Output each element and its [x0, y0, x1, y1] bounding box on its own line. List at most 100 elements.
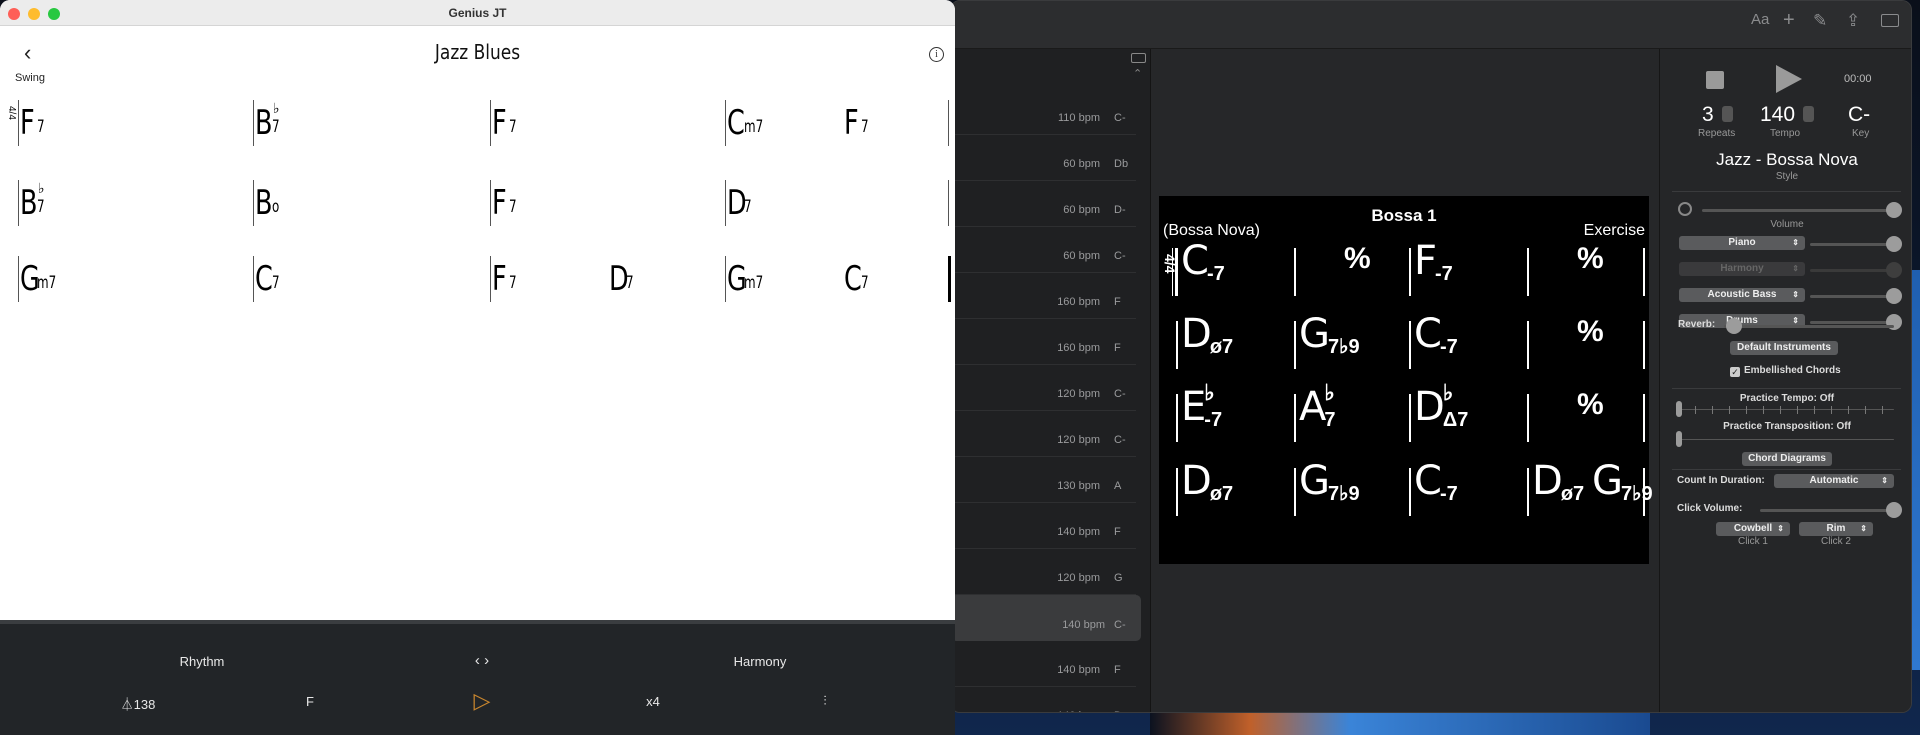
list-item[interactable]: 160 bpm F	[951, 273, 1136, 319]
click2-popup[interactable]: Rim ⇕	[1799, 522, 1873, 536]
chord-quality: ø7	[1210, 484, 1233, 504]
bar-line	[1294, 468, 1296, 516]
key-button[interactable]: F	[306, 694, 314, 709]
chord-accidental: ♭	[38, 181, 45, 197]
sidebar-icon[interactable]	[1881, 14, 1899, 27]
bar-line	[490, 100, 491, 146]
list-item[interactable]: 60 bpm C-	[951, 227, 1136, 273]
reverb-label: Reverb:	[1678, 319, 1716, 330]
tempo-button[interactable]: ⏃138	[121, 694, 156, 713]
repeats-stepper[interactable]	[1722, 106, 1733, 122]
chord-symbol: Dø7	[1181, 311, 1233, 357]
practice-transposition-slider[interactable]	[1678, 439, 1894, 440]
bar-line	[1176, 394, 1178, 442]
list-item[interactable]: 110 bpm C-	[951, 89, 1136, 135]
reverb-slider[interactable]	[1724, 325, 1894, 328]
columns-icon[interactable]	[1131, 53, 1146, 63]
chart-composer: Exercise	[1583, 222, 1645, 239]
list-item[interactable]: 130 bpm A	[951, 457, 1136, 503]
harmony-button[interactable]: Harmony	[734, 654, 787, 669]
chord-quality: -7	[1207, 264, 1225, 284]
style-label: Swing	[15, 72, 45, 84]
instrument-volume-slider[interactable]	[1810, 321, 1894, 324]
instrument-popup[interactable]: Piano ⇕	[1679, 236, 1805, 250]
bar-line	[1294, 321, 1296, 369]
share-icon[interactable]: ⇪	[1846, 11, 1860, 31]
play-button[interactable]	[1776, 65, 1802, 93]
row-tempo: 60 bpm	[1063, 158, 1100, 170]
volume-slider-knob[interactable]	[1886, 202, 1902, 218]
click-volume-slider-knob[interactable]	[1886, 502, 1902, 518]
instrument-volume-slider[interactable]	[1810, 295, 1894, 298]
reverb-slider-knob[interactable]	[1726, 318, 1743, 334]
back-icon[interactable]: ‹	[24, 40, 31, 66]
chord-symbol: F7	[492, 103, 517, 143]
row-key: F	[1114, 342, 1121, 354]
click-volume-slider[interactable]	[1760, 509, 1894, 512]
embellished-checkbox[interactable]: ✓	[1730, 367, 1740, 377]
chord-extension: ø7	[1560, 483, 1585, 505]
chord-diagrams-button[interactable]: Chord Diagrams	[1742, 452, 1832, 466]
code-toggle-icon[interactable]: ‹ ›	[475, 652, 489, 669]
instrument-popup[interactable]: Acoustic Bass ⇕	[1679, 288, 1805, 302]
list-item[interactable]: 60 bpm D-	[951, 181, 1136, 227]
plus-icon[interactable]: +	[1783, 9, 1795, 32]
minimize-button[interactable]	[28, 8, 40, 20]
bar-line	[1409, 394, 1411, 442]
rhythm-button[interactable]: Rhythm	[180, 654, 225, 669]
font-icon[interactable]: Aa	[1751, 11, 1769, 28]
pencil-icon[interactable]: ✎	[1813, 11, 1827, 31]
click1-popup[interactable]: Cowbell ⇕	[1716, 522, 1790, 536]
instrument-popup[interactable]: Harmony ⇕	[1679, 262, 1805, 276]
list-item[interactable]: 140 bpm F	[951, 503, 1136, 549]
list-item[interactable]: 140 bpm D-	[951, 687, 1136, 712]
instrument-volume-slider-knob[interactable]	[1886, 288, 1902, 304]
stop-button[interactable]	[1706, 71, 1724, 89]
row-tempo: 160 bpm	[1057, 296, 1100, 308]
instrument-volume-slider[interactable]	[1810, 243, 1894, 246]
tempo-value: 140	[1760, 103, 1796, 126]
default-instruments-button[interactable]: Default Instruments	[1730, 341, 1838, 355]
chord-root: D	[1181, 458, 1212, 504]
list-item[interactable]: 160 bpm F	[951, 319, 1136, 365]
instrument-volume-slider-knob[interactable]	[1886, 236, 1902, 252]
practice-tempo-knob[interactable]	[1676, 401, 1682, 417]
list-item[interactable]: 120 bpm C-	[951, 365, 1136, 411]
play-icon[interactable]: ▷	[474, 688, 491, 714]
bar-line	[1294, 394, 1296, 442]
chord-quality: 7♭9	[1621, 484, 1653, 504]
row-tempo: 140 bpm	[1057, 526, 1100, 538]
chord-symbol: Gm7	[727, 259, 763, 299]
bar-line	[1176, 321, 1178, 369]
row-tempo: 60 bpm	[1063, 250, 1100, 262]
close-button[interactable]	[8, 8, 20, 20]
zoom-button[interactable]	[48, 8, 60, 20]
list-item[interactable]: 120 bpm C-	[951, 411, 1136, 457]
row-key: C-	[1114, 250, 1126, 262]
chord-extension: -7	[1204, 409, 1223, 431]
collapse-icon[interactable]: ⌃	[1133, 67, 1142, 80]
instrument-volume-slider[interactable]	[1810, 269, 1894, 272]
chord-symbol: C7	[255, 259, 280, 299]
tempo-stepper[interactable]	[1803, 106, 1814, 122]
bar-line	[1643, 321, 1645, 369]
volume-slider[interactable]	[1702, 209, 1894, 212]
practice-tempo-label: Practice Tempo: Off	[1739, 393, 1835, 404]
practice-transposition-knob[interactable]	[1676, 431, 1682, 447]
list-item[interactable]: 140 bpm F	[951, 641, 1136, 687]
chord-symbol: B ♭ 7	[20, 181, 45, 223]
list-item[interactable]: 120 bpm G	[951, 549, 1136, 595]
list-item[interactable]: 140 bpm C-	[951, 595, 1141, 641]
list-item[interactable]: 60 bpm Db	[951, 135, 1136, 181]
airplay-icon[interactable]	[1678, 202, 1692, 216]
chord-symbol: G7♭9	[1592, 458, 1653, 504]
repeats-button[interactable]: x4	[646, 694, 660, 709]
instrument-volume-slider-knob[interactable]	[1886, 262, 1902, 278]
count-in-popup[interactable]: Automatic ⇕	[1774, 474, 1894, 488]
mixer-icon[interactable]: ⫶	[823, 693, 826, 709]
chord-symbol: E ♭ -7	[1181, 382, 1223, 431]
chord-quality: -7	[1435, 264, 1453, 284]
song-list: ⌃ 110 bpm C- 60 bpm Db 60 bpm D- 60 bpm C- 160 b…	[951, 49, 1151, 712]
info-icon[interactable]: i	[929, 47, 944, 62]
repeats-value: 3	[1702, 103, 1714, 126]
